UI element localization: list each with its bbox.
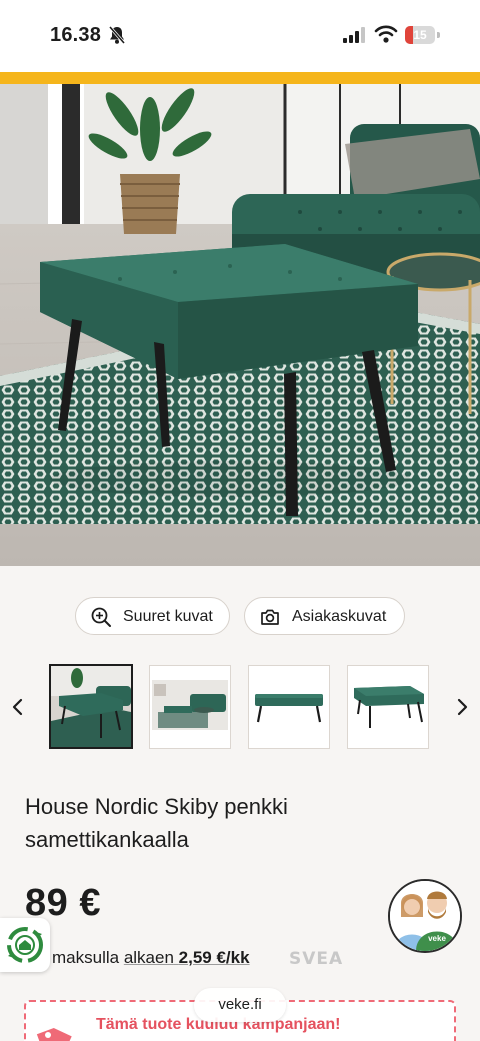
recycle-icon xyxy=(7,927,43,963)
status-time: 16.38 xyxy=(50,24,102,46)
battery-level: 15 xyxy=(413,28,427,42)
installment-amount: 2,59 €/kk xyxy=(178,948,250,967)
camera-icon xyxy=(261,609,279,625)
status-bar: 16.38 15 xyxy=(0,0,480,72)
eco-badge[interactable] xyxy=(0,918,50,972)
bell-slash-icon xyxy=(108,26,126,44)
installment-link[interactable]: alkaen 2,59 €/kk xyxy=(124,948,250,967)
browser-url-pill[interactable]: veke.fi xyxy=(194,988,286,1022)
installment-info[interactable]: maksulla alkaen 2,59 €/kk xyxy=(52,948,250,968)
thumbnail-bench-in-living-room[interactable] xyxy=(49,664,133,749)
installment-prefix: maksulla xyxy=(52,948,120,967)
battery-icon: 15 xyxy=(405,26,435,44)
chevron-left-icon[interactable] xyxy=(6,693,30,721)
product-title: House Nordic Skiby penkki samettikankaal… xyxy=(25,794,288,852)
svea-logo: SVEA xyxy=(289,949,344,969)
thumbnail-bench-front[interactable] xyxy=(248,665,330,749)
wifi-icon xyxy=(374,25,398,43)
zoom-in-icon xyxy=(91,607,111,627)
chevron-right-icon[interactable] xyxy=(450,693,474,721)
large-images-label: Suuret kuvat xyxy=(123,608,213,625)
customer-service-avatar[interactable]: veke xyxy=(388,879,462,953)
veke-logo-text: veke xyxy=(428,934,446,943)
thumbnail-bench-with-sofa[interactable] xyxy=(149,665,231,749)
customer-images-button[interactable]: Asiakaskuvat xyxy=(244,597,405,635)
bench-photo xyxy=(0,84,480,566)
product-hero-image[interactable] xyxy=(0,84,480,566)
battery-cap xyxy=(437,32,440,38)
accent-bar xyxy=(0,72,480,84)
customer-images-label: Asiakaskuvat xyxy=(292,608,387,625)
thumbnail-bench-angle[interactable] xyxy=(347,665,429,749)
large-images-button[interactable]: Suuret kuvat xyxy=(75,597,230,635)
signal-icon xyxy=(343,27,365,43)
price-tag-icon xyxy=(36,1028,72,1041)
installment-from: alkaen xyxy=(123,948,174,967)
